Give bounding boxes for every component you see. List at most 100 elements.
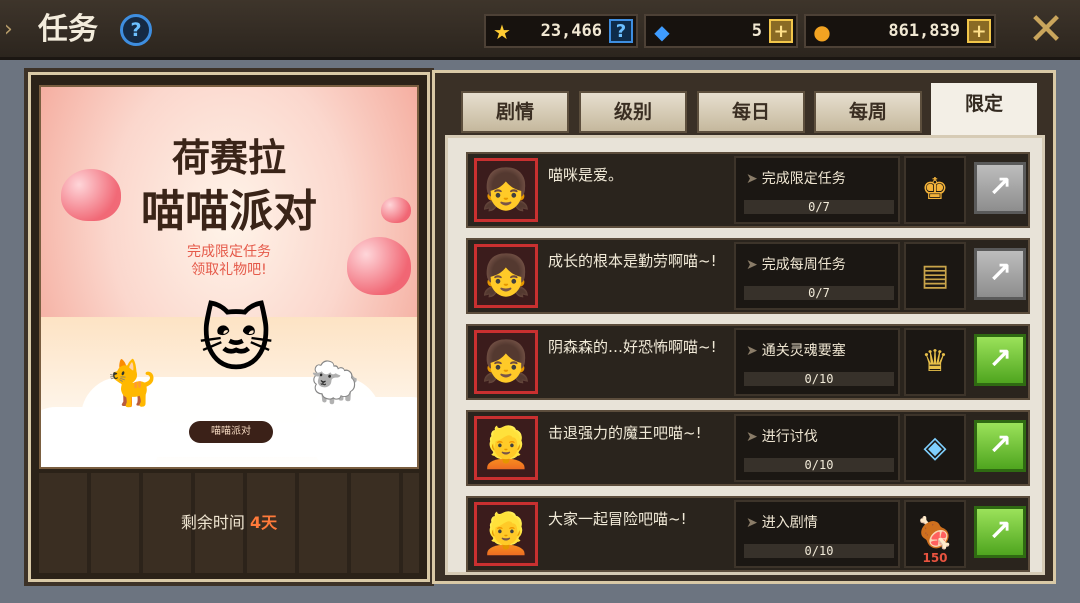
quest-description: 阴森森的…好恐怖啊喵~! <box>548 338 717 356</box>
quest-task-label: ➤ 完成每周任务 <box>746 254 846 274</box>
blonde-girl-avatar-icon: 👱 <box>474 416 538 480</box>
go-button[interactable]: ↗ <box>974 248 1026 300</box>
event-subtitle-line1: 完成限定任务 <box>187 244 271 260</box>
gold-coin-icon: ● <box>813 20 831 44</box>
tab-limited[interactable]: 限定 <box>931 83 1037 139</box>
quest-description: 喵咪是爱。 <box>548 166 624 184</box>
pink-hair-girl-avatar-icon: 👧 <box>474 158 538 222</box>
cat-girl-sprite-icon: 🐱 <box>198 297 274 381</box>
quest-description: 大家一起冒险吧喵~! <box>548 510 687 528</box>
quest-row: 👧 成长的根本是勤劳啊喵~! ➤ 完成每周任务 0/7 ▤ ↗ <box>466 238 1030 314</box>
meat-icon[interactable]: 🍖 150 <box>904 500 966 568</box>
event-footer: 剩余时间 4天 <box>39 473 419 573</box>
add-gem-button[interactable]: + <box>769 19 793 43</box>
white-cat-icon: 🐑 <box>310 360 360 406</box>
tab-level[interactable]: 级别 <box>579 91 687 133</box>
quest-progress-bar: 0/10 <box>744 372 894 386</box>
event-badge: 喵喵派对 <box>189 421 273 443</box>
remaining-time-label: 剩余时间 <box>180 513 245 532</box>
quest-task: ➤ 完成限定任务 0/7 <box>734 156 900 224</box>
blue-gem-icon: ◆ <box>654 20 670 44</box>
event-title-line2: 喵喵派对 <box>141 186 317 237</box>
reward-amount: 150 <box>922 551 948 565</box>
blonde-girl-avatar-icon: 👱 <box>474 502 538 566</box>
quest-progress-bar: 0/7 <box>744 286 894 300</box>
quest-task-label: ➤ 进行讨伐 <box>746 426 818 446</box>
quest-task-text: 完成限定任务 <box>761 171 846 187</box>
back-chevron-icon[interactable]: › <box>4 14 18 46</box>
event-subtitle-line2: 领取礼物吧! <box>191 262 267 278</box>
quest-progress-text: 0/7 <box>808 200 830 214</box>
quest-task: ➤ 通关灵魂要塞 0/10 <box>734 328 900 396</box>
coin-value: 861,839 <box>888 21 960 41</box>
quest-progress-text: 0/10 <box>804 372 834 386</box>
green-hair-girl-avatar-icon: 👧 <box>474 330 538 394</box>
quest-task: ➤ 进行讨伐 0/10 <box>734 414 900 482</box>
tome-icon[interactable]: ▤ <box>904 242 966 310</box>
remaining-time: 剩余时间 4天 <box>39 509 419 533</box>
quest-list[interactable]: 👧 喵咪是爱。 ➤ 完成限定任务 0/7 ♚ ↗ 👧 成长的根本是勤劳啊喵~! ➤… <box>445 135 1045 575</box>
quest-progress-text: 0/10 <box>804 544 834 558</box>
remaining-time-value: 4天 <box>249 513 278 532</box>
event-banner: 荷赛拉 喵喵派对 完成限定任务 领取礼物吧! 🐱 🐈 🐑 喵喵派对 <box>39 85 419 469</box>
quest-progress-bar: 0/10 <box>744 458 894 472</box>
arrow-up-right-icon: ↗ <box>988 428 1012 461</box>
quest-description: 击退强力的魔王吧喵~! <box>548 424 702 442</box>
cloud-decoration <box>41 407 161 467</box>
quest-progress-bar: 0/10 <box>744 544 894 558</box>
gem-currency: ◆ 5 + <box>644 14 798 48</box>
arrow-up-right-icon: ↗ <box>988 256 1012 289</box>
arrow-up-right-icon: ↗ <box>988 170 1012 203</box>
quest-task: ➤ 完成每周任务 0/7 <box>734 242 900 310</box>
tab-story[interactable]: 剧情 <box>461 91 569 133</box>
tab-weekly[interactable]: 每周 <box>814 91 922 133</box>
quest-progress-text: 0/7 <box>808 286 830 300</box>
quest-panel: 剧情 级别 每日 每周 限定 👧 喵咪是爱。 ➤ 完成限定任务 0/7 ♚ ↗ 👧… <box>432 70 1056 584</box>
medal-value: 23,466 <box>540 21 602 41</box>
arrow-icon: ➤ <box>746 171 758 187</box>
arrow-icon: ➤ <box>746 343 758 359</box>
tab-daily[interactable]: 每日 <box>697 91 805 133</box>
green-hair-girl-avatar-icon: 👧 <box>474 244 538 308</box>
page-title: 任务 <box>38 12 98 47</box>
coin-currency: ● 861,839 + <box>804 14 996 48</box>
quest-row: 👧 喵咪是爱。 ➤ 完成限定任务 0/7 ♚ ↗ <box>466 152 1030 228</box>
gem-value: 5 <box>751 21 762 41</box>
gold-trophy-icon[interactable]: ♚ <box>904 156 966 224</box>
arrow-icon: ➤ <box>746 515 758 531</box>
medal-help-button[interactable]: ? <box>609 19 633 43</box>
quest-row: 👧 阴森森的…好恐怖啊喵~! ➤ 通关灵魂要塞 0/10 ♛ ↗ <box>466 324 1030 400</box>
arrow-up-right-icon: ↗ <box>988 514 1012 547</box>
gem-amulet-icon[interactable]: ◈ <box>904 414 966 482</box>
go-button[interactable]: ↗ <box>974 334 1026 386</box>
arrow-icon: ➤ <box>746 257 758 273</box>
quest-task-text: 进行讨伐 <box>761 429 818 445</box>
help-button[interactable]: ? <box>120 14 152 46</box>
quest-description: 成长的根本是勤劳啊喵~! <box>548 252 717 270</box>
event-panel: 荷赛拉 喵喵派对 完成限定任务 领取礼物吧! 🐱 🐈 🐑 喵喵派对 剩余时间 4… <box>28 72 430 582</box>
brown-cat-icon: 🐈 <box>104 358 160 409</box>
arrow-icon: ➤ <box>746 429 758 445</box>
treasure-crown-icon[interactable]: ♛ <box>904 328 966 396</box>
quest-progress-text: 0/10 <box>804 458 834 472</box>
event-subtitle: 完成限定任务 领取礼物吧! <box>41 243 417 279</box>
close-icon[interactable]: ✕ <box>1024 8 1068 52</box>
quest-row: 👱 击退强力的魔王吧喵~! ➤ 进行讨伐 0/10 ◈ ↗ <box>466 410 1030 486</box>
arrow-up-right-icon: ↗ <box>988 342 1012 375</box>
cloud-decoration <box>311 397 417 467</box>
medal-currency: ★ 23,466 ? <box>484 14 638 48</box>
go-button[interactable]: ↗ <box>974 506 1026 558</box>
go-button[interactable]: ↗ <box>974 162 1026 214</box>
star-medal-icon: ★ <box>493 20 511 44</box>
quest-task: ➤ 进入剧情 0/10 <box>734 500 900 568</box>
quest-progress-bar: 0/7 <box>744 200 894 214</box>
go-button[interactable]: ↗ <box>974 420 1026 472</box>
quest-task-label: ➤ 完成限定任务 <box>746 168 846 188</box>
quest-task-label: ➤ 进入剧情 <box>746 512 818 532</box>
quest-task-text: 完成每周任务 <box>761 257 846 273</box>
add-coin-button[interactable]: + <box>967 19 991 43</box>
quest-task-text: 进入剧情 <box>761 515 818 531</box>
quest-row: 👱 大家一起冒险吧喵~! ➤ 进入剧情 0/10 🍖 150 ↗ <box>466 496 1030 572</box>
top-bar: › 任务 ? ★ 23,466 ? ◆ 5 + ● 861,839 + ✕ <box>0 0 1080 60</box>
quest-task-text: 通关灵魂要塞 <box>761 343 846 359</box>
